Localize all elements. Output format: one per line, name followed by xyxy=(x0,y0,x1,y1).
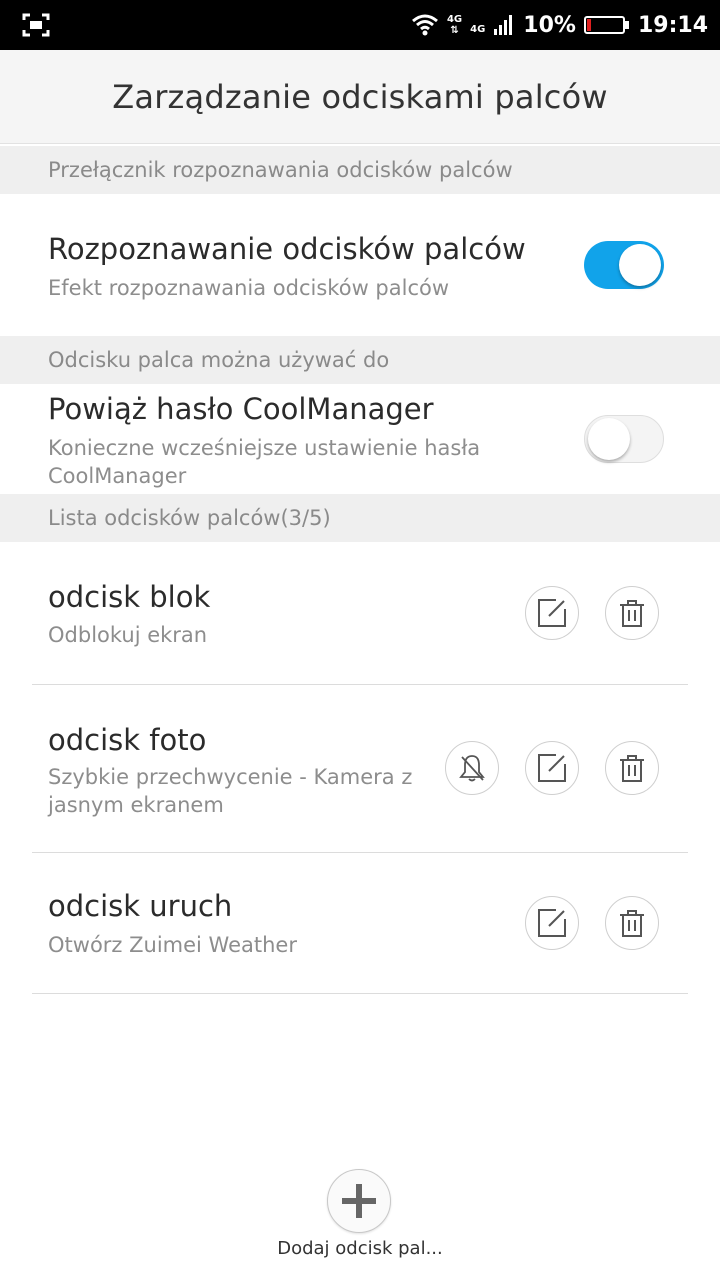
bell-off-icon xyxy=(459,755,485,782)
battery-percent: 10% xyxy=(523,12,576,38)
screenshot-icon xyxy=(22,13,50,37)
trash-icon xyxy=(620,755,644,782)
add-fingerprint-button[interactable] xyxy=(327,1169,391,1233)
coolmanager-toggle[interactable] xyxy=(584,415,664,463)
coolmanager-title: Powiąż hasło CoolManager xyxy=(48,392,434,426)
status-bar: 4G ⇅ 4G 10% 19:14 xyxy=(0,0,720,50)
section-header-switch: Przełącznik rozpoznawania odcisków palcó… xyxy=(0,146,720,194)
coolmanager-subtitle-line2: CoolManager xyxy=(48,464,187,488)
section-header-use: Odcisku palca można używać do xyxy=(0,336,720,384)
trash-icon xyxy=(620,600,644,627)
edit-icon xyxy=(538,599,566,627)
list-item[interactable]: odcisk blok Odblokuj ekran xyxy=(0,542,720,684)
edit-icon xyxy=(538,909,566,937)
section-header-list: Lista odcisków palców(3/5) xyxy=(0,494,720,542)
edit-button[interactable] xyxy=(525,896,579,950)
edit-icon xyxy=(538,754,566,782)
battery-icon xyxy=(583,16,629,34)
divider xyxy=(32,993,688,994)
mute-button[interactable] xyxy=(445,741,499,795)
list-item[interactable]: odcisk foto Szybkie przechwycenie - Kame… xyxy=(0,685,720,852)
fingerprint-name: odcisk uruch xyxy=(48,889,233,923)
network-type-bottom: 4G xyxy=(470,23,486,35)
fingerprint-name: odcisk blok xyxy=(48,580,211,614)
network-type-top: 4G ⇅ xyxy=(446,14,463,36)
fingerprint-action-line2: jasnym ekranem xyxy=(48,793,224,817)
list-item[interactable]: odcisk uruch Otwórz Zuimei Weather xyxy=(0,853,720,993)
delete-button[interactable] xyxy=(605,586,659,640)
recognition-row[interactable]: Rozpoznawanie odcisków palców Efekt rozp… xyxy=(0,194,720,336)
page-title: Zarządzanie odciskami palców xyxy=(112,77,608,116)
title-bar: Zarządzanie odciskami palców xyxy=(0,50,720,144)
trash-icon xyxy=(620,910,644,937)
clock: 19:14 xyxy=(637,12,708,38)
recognition-toggle[interactable] xyxy=(584,241,664,289)
toggle-knob xyxy=(619,244,661,286)
edit-button[interactable] xyxy=(525,741,579,795)
delete-button[interactable] xyxy=(605,741,659,795)
fingerprint-action-line1: Szybkie przechwycenie - Kamera z xyxy=(48,765,413,789)
toggle-knob xyxy=(588,418,630,460)
recognition-title: Rozpoznawanie odcisków palców xyxy=(48,232,526,266)
delete-button[interactable] xyxy=(605,896,659,950)
edit-button[interactable] xyxy=(525,586,579,640)
fingerprint-name: odcisk foto xyxy=(48,723,207,757)
signal-icon xyxy=(494,15,513,35)
wifi-icon xyxy=(411,14,438,36)
recognition-subtitle: Efekt rozpoznawania odcisków palców xyxy=(48,276,450,300)
coolmanager-row[interactable]: Powiąż hasło CoolManager Konieczne wcześ… xyxy=(0,384,720,494)
fingerprint-action: Otwórz Zuimei Weather xyxy=(48,933,297,957)
add-fingerprint-label[interactable]: Dodaj odcisk pal... xyxy=(0,1238,720,1259)
fingerprint-action: Odblokuj ekran xyxy=(48,623,208,647)
plus-icon xyxy=(342,1184,376,1218)
coolmanager-subtitle-line1: Konieczne wcześniejsze ustawienie hasła xyxy=(48,436,481,460)
